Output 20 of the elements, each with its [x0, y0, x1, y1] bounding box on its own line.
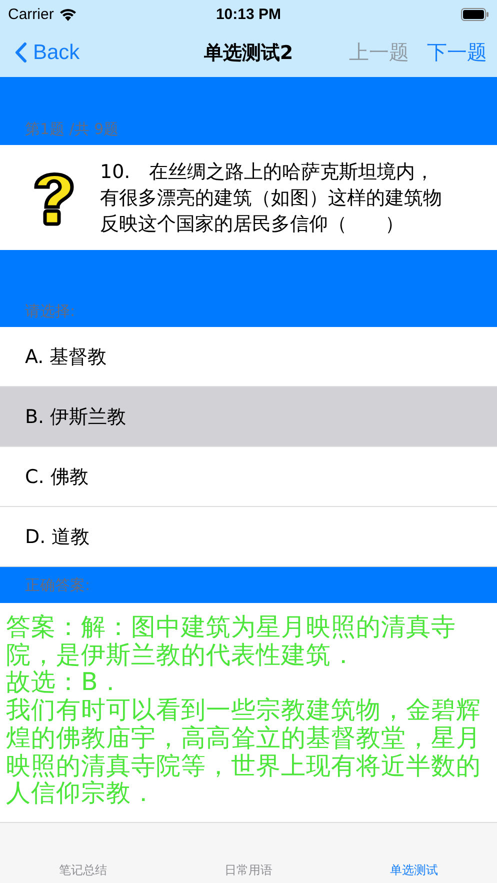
answer-text: 答案：解：图中建筑为星月映照的清真寺院，是伊斯兰教的代表性建筑． — [6, 613, 457, 668]
nav-title: 单选测试2 — [204, 40, 294, 66]
answer-text: 我们有时可以看到一些宗教建筑物，金碧辉煌的佛教庙宇，高高耸立的基督教堂，星月映照的清真寺院等，世界上现有将近半数的人信仰宗教． — [6, 696, 482, 807]
tab-item[interactable]: 单选测试 — [331, 823, 497, 883]
choose-label: 请选择: — [25, 302, 76, 321]
question-text: 10. 在丝绸之路上的哈萨克斯坦境内，有很多漂亮的建筑（如图）这样的建筑物反映这个国家的居民多信仰（ ） — [100, 160, 443, 236]
option-row[interactable]: B. 伊斯兰教 — [0, 387, 497, 447]
tab-item[interactable]: 笔记总结 — [0, 823, 166, 883]
battery-icon — [460, 8, 489, 20]
answer-text: 故选：B． — [6, 668, 124, 696]
progress-label: 第1题 /共 9题 — [25, 120, 119, 139]
option-row[interactable]: C. 佛教 — [0, 447, 497, 507]
tab-item[interactable]: 日常用语 — [166, 823, 332, 883]
chevron-left-icon — [14, 42, 27, 63]
back-button[interactable]: Back — [14, 40, 80, 64]
clock: 10:13 PM — [216, 6, 282, 22]
next-question-button[interactable]: 下一题 — [427, 39, 487, 66]
carrier-label: Carrier — [8, 6, 54, 22]
wifi-icon — [58, 8, 77, 20]
answer-label: 正确答案: — [25, 576, 90, 595]
